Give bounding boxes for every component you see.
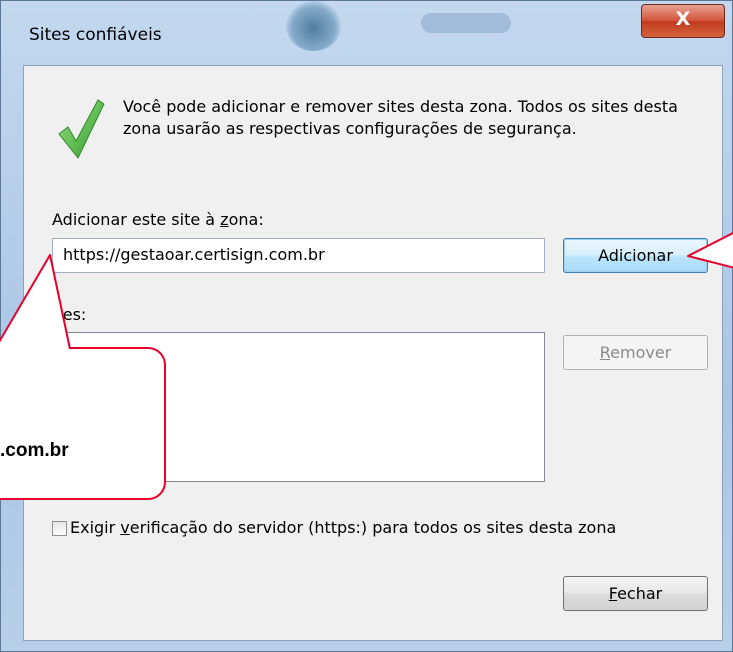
callout-text: .com.br [0,440,69,461]
callout-pointers [0,231,733,350]
right-callout-pointer [687,231,733,269]
screenshot: Sites confiáveis X Você pode adicionar e… [0,0,733,652]
left-callout-pointer [0,254,71,350]
